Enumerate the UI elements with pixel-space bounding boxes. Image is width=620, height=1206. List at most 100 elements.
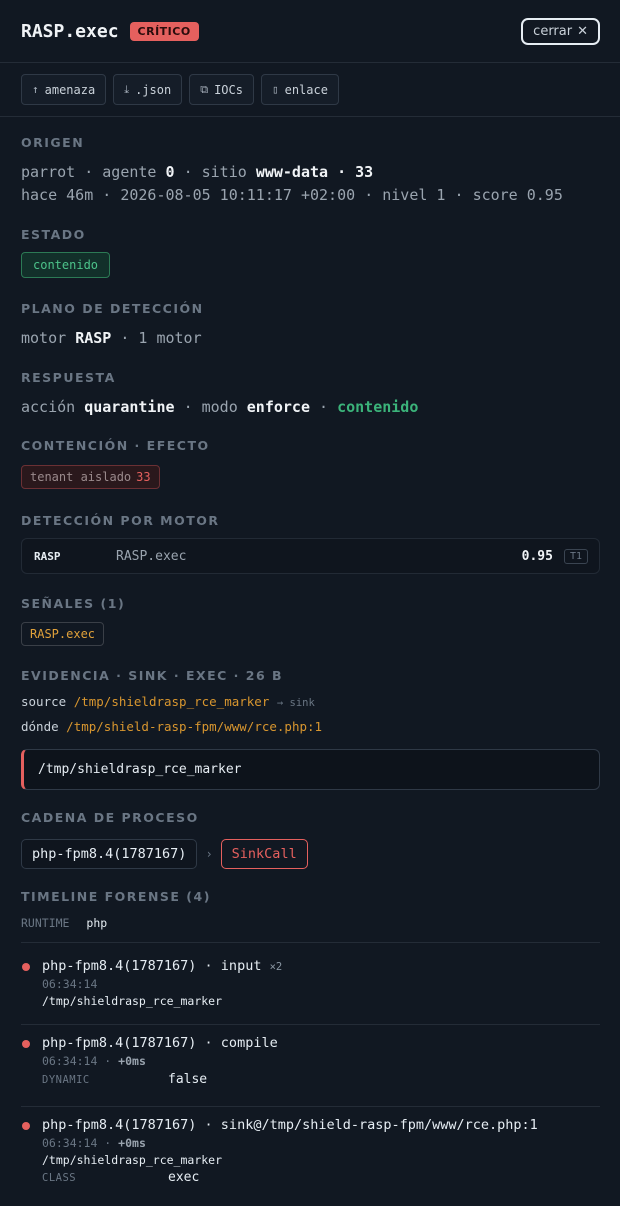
engine-name: RASP	[34, 549, 61, 563]
event-dot-icon	[22, 963, 30, 971]
event-dot-icon	[22, 1040, 30, 1048]
process-chain-label: CADENA DE PROCESO	[21, 810, 199, 825]
time-ago: hace 46m	[21, 186, 94, 204]
motor-word: motor	[21, 329, 67, 347]
event-title: php-fpm8.4(1787167) · compile	[42, 1035, 278, 1051]
payload-box[interactable]: /tmp/shieldrasp_rce_marker	[21, 749, 600, 790]
engines-label: DETECCIÓN POR MOTOR	[21, 513, 220, 528]
event-title: php-fpm8.4(1787167) · sink@/tmp/shield-r…	[42, 1117, 538, 1133]
origin-label: ORIGEN	[21, 135, 85, 150]
containment-badge: tenant aislado 33	[21, 465, 160, 489]
engine-row[interactable]: RASP RASP.exec 0.95 T1	[21, 538, 600, 574]
link-icon: ▯	[271, 83, 279, 96]
evidence-source: source /tmp/shieldrasp_rce_marker → sink	[21, 694, 315, 709]
event-time-row: 06:34:14 · +0ms	[42, 1136, 600, 1150]
detection-plane-line: motor RASP · 1 motor	[21, 329, 202, 347]
sep: ·	[120, 329, 130, 347]
divider	[21, 942, 600, 943]
containment-text: tenant aislado	[30, 470, 132, 484]
level: nivel 1	[382, 186, 446, 204]
arrow-up-icon: ↑	[32, 83, 39, 96]
motor-name: RASP	[75, 329, 112, 347]
payload-box-wrap: /tmp/shieldrasp_rce_marker	[21, 749, 600, 790]
close-button[interactable]: cerrar ✕	[521, 18, 600, 45]
event-delta: +0ms	[118, 1136, 146, 1150]
event-kv: DYNAMIC false	[42, 1072, 600, 1087]
event-path: /tmp/shieldrasp_rce_marker	[42, 1153, 223, 1167]
severity-badge: CRÍTICO	[129, 21, 199, 41]
close-label: cerrar	[533, 24, 573, 39]
state-label: ESTADO	[21, 227, 86, 242]
link-button[interactable]: ▯ enlace	[260, 74, 339, 105]
runtime-row: RUNTIME php	[21, 916, 107, 930]
containment-badge-wrap: tenant aislado 33	[21, 465, 160, 489]
sink-node[interactable]: SinkCall	[220, 839, 308, 869]
where-key: dónde	[21, 719, 59, 734]
sep: ·	[102, 186, 112, 204]
response-label: RESPUESTA	[21, 370, 116, 385]
timestamp: 2026-08-05 10:11:17 +02:00	[120, 186, 356, 204]
copy-icon: ⧉	[200, 82, 209, 96]
event-path: /tmp/shieldrasp_rce_marker	[42, 994, 223, 1008]
action-word: acción	[21, 398, 76, 416]
engine-table: RASP RASP.exec 0.95 T1	[21, 538, 600, 574]
event-title-row: php-fpm8.4(1787167) · input ×2	[42, 958, 600, 974]
signals-label: SEÑALES (1)	[21, 596, 126, 611]
site-value: www-data · 33	[255, 163, 374, 181]
sep: ·	[84, 163, 94, 181]
runtime-value: php	[86, 916, 108, 930]
where-path: /tmp/shield-rasp-fpm/www/rce.php:1	[66, 719, 323, 734]
divider	[21, 1106, 600, 1107]
event-time: 06:34:14 ·	[42, 1054, 119, 1068]
event-kv-key: DYNAMIC	[42, 1074, 90, 1086]
agent-word: agente	[102, 163, 157, 181]
iocs-button-label: IOCs	[214, 82, 243, 97]
response-line: acción quarantine · modo enforce · conte…	[21, 398, 418, 416]
close-icon: ✕	[577, 24, 588, 39]
response-status: contenido	[337, 398, 419, 416]
signals-list: RASP.exec	[21, 622, 105, 646]
json-button[interactable]: ⤓ .json	[113, 74, 183, 105]
event-time-row: 06:34:14 · +0ms	[42, 1054, 600, 1068]
detail-body: ORIGEN parrot · agente 0 · sitio www-dat…	[0, 117, 620, 1206]
mode-word: modo	[201, 398, 238, 416]
action-value: quarantine	[84, 398, 175, 416]
timeline-event[interactable]: php-fpm8.4(1787167) · sink@/tmp/shield-r…	[21, 1117, 600, 1185]
source-key: source	[21, 694, 67, 709]
iocs-button[interactable]: ⧉ IOCs	[189, 74, 254, 105]
process-chain: php-fpm8.4(1787167) › SinkCall	[21, 839, 308, 869]
evidence-where: dónde /tmp/shield-rasp-fpm/www/rce.php:1	[21, 719, 322, 734]
mode-value: enforce	[246, 398, 310, 416]
source-hint: → sink	[276, 697, 315, 709]
detection-plane-label: PLANO DE DETECCIÓN	[21, 301, 204, 316]
engine-score: 0.95	[521, 548, 553, 564]
evidence-label: EVIDENCIA · SINK · EXEC · 26 B	[21, 668, 284, 683]
chevron-right-icon: ›	[205, 847, 213, 861]
alert-title: RASP.exec	[21, 20, 119, 42]
sep: ·	[183, 163, 193, 181]
detail-header: RASP.exec CRÍTICO cerrar ✕	[0, 0, 620, 63]
state-badge: contenido	[21, 252, 111, 278]
host: parrot	[21, 163, 76, 181]
event-kv-value: exec	[168, 1170, 200, 1185]
state-badge-wrap: contenido	[21, 252, 111, 278]
divider	[21, 1024, 600, 1025]
timeline-label: TIMELINE FORENSE (4)	[21, 889, 211, 904]
threat-button[interactable]: ↑ amenaza	[21, 74, 107, 105]
engine-rule: RASP.exec	[116, 548, 187, 564]
origin-meta-line: hace 46m · 2026-08-05 10:11:17 +02:00 · …	[21, 186, 563, 204]
link-button-label: enlace	[284, 82, 328, 97]
agent-id: 0	[165, 163, 175, 181]
containment-label: CONTENCIÓN · EFECTO	[21, 438, 210, 453]
event-delta: +0ms	[118, 1054, 146, 1068]
process-node[interactable]: php-fpm8.4(1787167)	[21, 839, 198, 869]
signal-tag[interactable]: RASP.exec	[21, 622, 105, 646]
sep: ·	[319, 398, 329, 416]
sep: ·	[183, 398, 193, 416]
timeline-event[interactable]: php-fpm8.4(1787167) · compile 06:34:14 ·…	[21, 1035, 600, 1087]
json-button-label: .json	[135, 82, 172, 97]
motor-count: 1 motor	[138, 329, 202, 347]
event-time: 06:34:14 ·	[42, 1136, 119, 1150]
timeline-event[interactable]: php-fpm8.4(1787167) · input ×2 06:34:14 …	[21, 958, 600, 1008]
threat-button-label: amenaza	[44, 82, 96, 97]
